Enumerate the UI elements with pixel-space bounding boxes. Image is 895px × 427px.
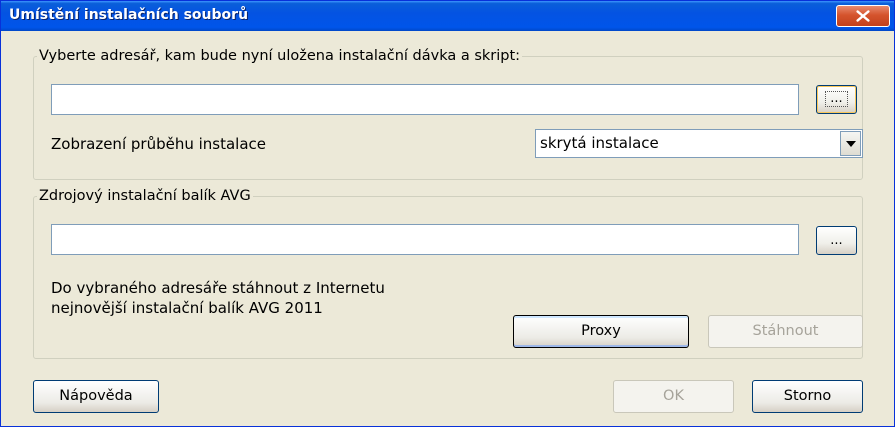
- close-icon: [856, 10, 870, 22]
- target-browse-label: ...: [825, 91, 848, 107]
- source-package-legend: Zdrojový instalační balík AVG: [37, 187, 253, 205]
- progress-display-label: Zobrazení průběhu instalace: [51, 135, 267, 153]
- chevron-down-icon[interactable]: [840, 131, 861, 156]
- close-button[interactable]: [836, 5, 890, 27]
- target-path-input[interactable]: [51, 84, 799, 115]
- target-directory-group: Vyberte adresář, kam bude nyní uložena i…: [33, 47, 863, 180]
- source-browse-label: ...: [830, 233, 843, 248]
- help-button[interactable]: Nápověda: [33, 380, 159, 413]
- cancel-button[interactable]: Storno: [752, 380, 863, 413]
- progress-display-value: skrytá instalace: [540, 134, 659, 152]
- download-description-line1: Do vybraného adresáře stáhnout z Interne…: [51, 279, 385, 297]
- title-bar[interactable]: Umístění instalačních souborů: [1, 1, 894, 31]
- progress-display-select[interactable]: skrytá instalace: [535, 129, 863, 158]
- window-title: Umístění instalačních souborů: [9, 7, 249, 23]
- target-directory-legend: Vyberte adresář, kam bude nyní uložena i…: [37, 47, 523, 65]
- ok-button: OK: [613, 380, 734, 413]
- download-button: Stáhnout: [708, 315, 863, 348]
- source-browse-button[interactable]: ...: [816, 226, 857, 255]
- proxy-button[interactable]: Proxy: [513, 315, 689, 348]
- dialog-window: Umístění instalačních souborů Vyberte ad…: [0, 0, 895, 427]
- target-browse-button[interactable]: ...: [816, 85, 857, 114]
- download-description-line2: nejnovější instalační balík AVG 2011: [51, 299, 323, 317]
- source-path-input[interactable]: [51, 224, 799, 255]
